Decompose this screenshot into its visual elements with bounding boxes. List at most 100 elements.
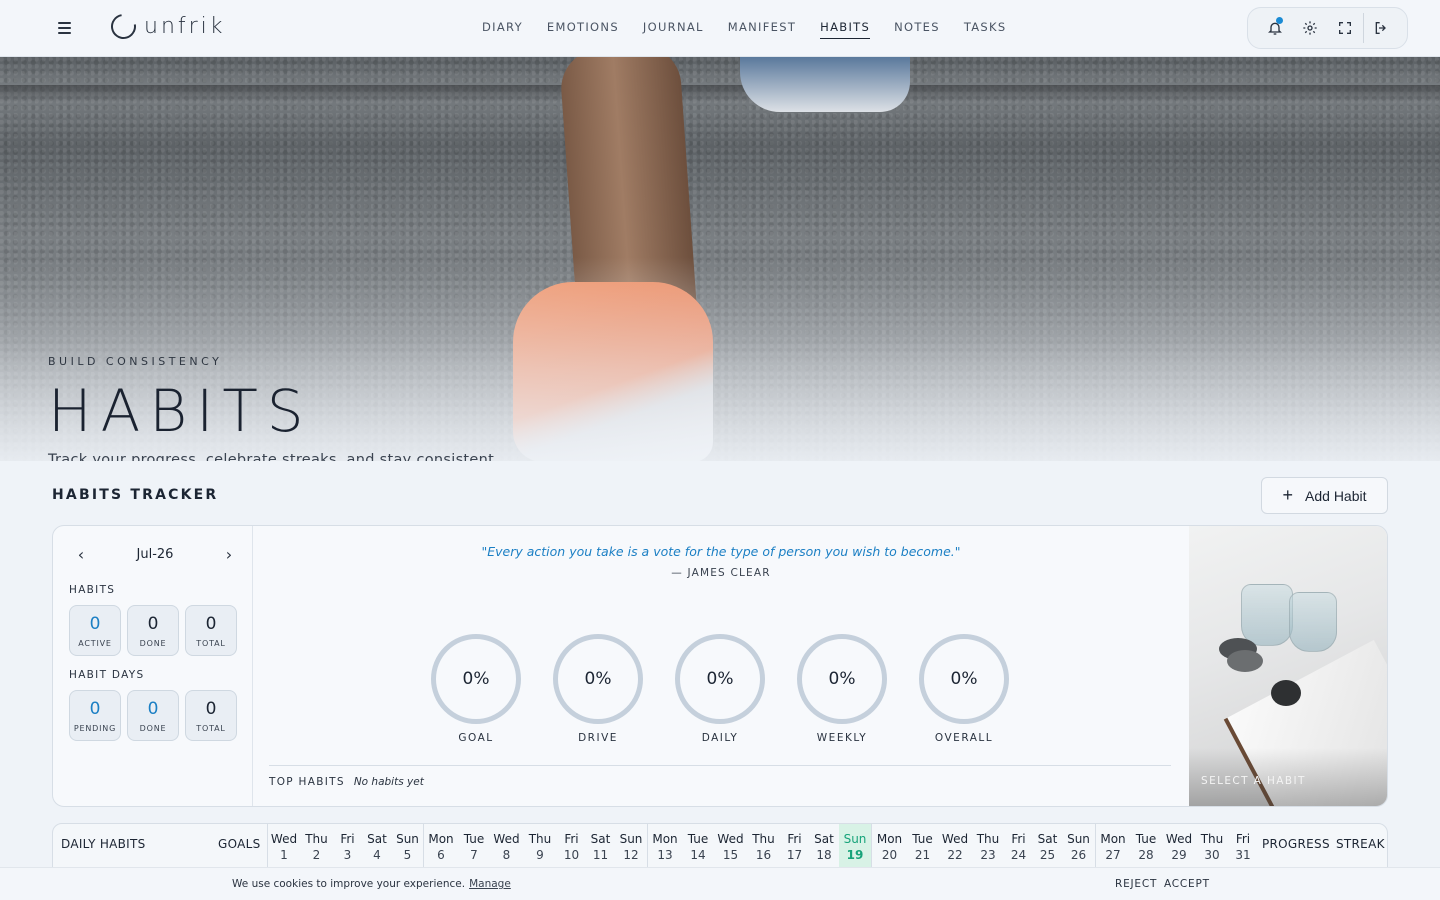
day-number: 30 xyxy=(1204,847,1220,862)
stat-label: PENDING xyxy=(73,723,117,733)
chevron-right-icon[interactable]: › xyxy=(221,545,237,564)
hero-subtitle: Track your progress, celebrate streaks, … xyxy=(48,452,495,461)
main-nav: DIARY EMOTIONS JOURNAL MANIFEST HABITS N… xyxy=(482,20,1030,39)
day-weekday: Fri xyxy=(787,831,802,846)
day-weekday: Tue xyxy=(1135,831,1157,846)
day-number: 29 xyxy=(1171,847,1187,862)
day-number: 4 xyxy=(373,847,381,862)
tracker-card: ‹ Jul-26 › HABITS 0 ACTIVE 0 DONE 0 TOTA… xyxy=(52,525,1388,807)
cookie-accept-button[interactable]: ACCEPT xyxy=(1164,878,1210,890)
day-column: Fri 10 xyxy=(557,824,586,867)
day-column: Fri 31 xyxy=(1228,824,1258,867)
day-column: Tue 7 xyxy=(458,824,490,867)
logout-icon[interactable] xyxy=(1362,13,1398,43)
nav-item-tasks[interactable]: TASKS xyxy=(964,20,1007,39)
day-number: 22 xyxy=(947,847,963,862)
stat-value: 0 xyxy=(147,613,159,634)
day-column: Wed 15 xyxy=(714,824,747,867)
day-number: 9 xyxy=(536,847,544,862)
ring-label: WEEKLY xyxy=(816,732,868,744)
day-column: Thu 30 xyxy=(1196,824,1228,867)
logo-text: unfrik xyxy=(144,14,226,39)
logo-mark xyxy=(106,9,141,44)
day-weekday: Sat xyxy=(367,831,387,846)
fullscreen-icon[interactable] xyxy=(1327,13,1362,43)
nav-item-diary[interactable]: DIARY xyxy=(482,20,523,39)
day-weekday: Fri xyxy=(1235,831,1251,846)
hero-step-shadow xyxy=(0,85,1440,103)
divider xyxy=(269,765,1171,766)
quote-author: — JAMES CLEAR xyxy=(671,567,771,579)
day-weekday: Wed xyxy=(941,831,969,846)
ring-value: 0% xyxy=(553,634,643,724)
day-number: 11 xyxy=(592,847,609,862)
day-number: 8 xyxy=(502,847,511,862)
day-column: Fri 24 xyxy=(1004,824,1033,867)
daily-habits-header: DAILY HABITS xyxy=(61,837,146,851)
day-number: 24 xyxy=(1010,847,1027,862)
day-number: 21 xyxy=(914,847,931,862)
ring-overall: 0% OVERALL xyxy=(919,634,1009,744)
ring-daily: 0% DAILY xyxy=(675,634,765,744)
stat-total: 0 TOTAL xyxy=(185,605,237,656)
day-weekday: Wed xyxy=(717,831,744,846)
day-weekday: Fri xyxy=(1011,831,1026,846)
day-column: Sat 4 xyxy=(362,824,392,867)
nav-item-journal[interactable]: JOURNAL xyxy=(643,20,704,39)
preview-image-glass xyxy=(1241,584,1293,646)
day-number: 10 xyxy=(563,847,580,862)
day-weekday: Tue xyxy=(687,831,709,846)
preview-image-stone xyxy=(1227,650,1263,672)
day-number: 1 xyxy=(280,847,288,862)
stat-label: TOTAL xyxy=(196,638,226,648)
cookie-manage-link[interactable]: Manage xyxy=(469,878,511,890)
habit-preview[interactable]: SELECT A HABIT xyxy=(1189,526,1387,806)
day-column: Fri 17 xyxy=(780,824,809,867)
month-navigator: ‹ Jul-26 › xyxy=(73,544,237,564)
day-weekday: Sun xyxy=(619,831,643,846)
day-number: 13 xyxy=(657,847,673,862)
day-weekday: Sun xyxy=(843,831,867,846)
nav-item-manifest[interactable]: MANIFEST xyxy=(728,20,796,39)
logo[interactable]: unfrik xyxy=(106,9,226,44)
bell-icon[interactable] xyxy=(1257,13,1292,43)
day-column: Sun 12 xyxy=(615,824,647,867)
day-column: Sat 11 xyxy=(586,824,615,867)
chevron-left-icon[interactable]: ‹ xyxy=(73,545,89,564)
day-column: Wed 1 xyxy=(267,824,300,867)
progress-header: PROGRESS xyxy=(1262,837,1330,851)
day-number: 3 xyxy=(343,847,352,862)
day-weekday: Fri xyxy=(564,831,579,846)
nav-item-notes[interactable]: NOTES xyxy=(894,20,940,39)
day-column: Mon 27 xyxy=(1095,824,1130,867)
gear-icon[interactable] xyxy=(1292,13,1327,43)
stat-days-done: 0 DONE xyxy=(127,690,179,741)
nav-item-habits[interactable]: HABITS xyxy=(820,20,871,39)
day-weekday: Thu xyxy=(305,831,328,846)
preview-image-stone xyxy=(1271,680,1301,706)
day-number: 6 xyxy=(437,847,445,862)
day-column: Sat 18 xyxy=(809,824,839,867)
day-number: 7 xyxy=(470,847,478,862)
day-number: 17 xyxy=(786,847,803,862)
progress-rings: 0% GOAL 0% DRIVE 0% DAILY 0% WEEKLY 0% O… xyxy=(431,634,1009,744)
cookie-reject-button[interactable]: REJECT xyxy=(1115,878,1157,890)
ring-goal: 0% GOAL xyxy=(431,634,521,744)
cookie-message: We use cookies to improve your experienc… xyxy=(232,878,466,890)
add-habit-button[interactable]: + Add Habit xyxy=(1261,477,1388,514)
cookie-text: We use cookies to improve your experienc… xyxy=(232,878,511,890)
nav-item-emotions[interactable]: EMOTIONS xyxy=(547,20,619,39)
habits-stats: 0 ACTIVE 0 DONE 0 TOTAL xyxy=(69,605,237,656)
day-column: Mon 20 xyxy=(871,824,907,867)
stat-label: DONE xyxy=(139,638,167,648)
day-columns: Wed 1 Thu 2 Fri 3 Sat 4 Sun 5 Mon 6 Tue 7 Wed 8 Thu 9 Fri 1… xyxy=(267,824,1258,867)
day-number: 27 xyxy=(1105,847,1121,862)
menu-icon[interactable] xyxy=(52,17,76,39)
day-number: 23 xyxy=(980,847,996,862)
day-number: 14 xyxy=(690,847,706,862)
day-column: Mon 13 xyxy=(647,824,682,867)
day-weekday: Wed xyxy=(493,831,520,846)
day-weekday: Thu xyxy=(752,831,775,846)
stat-value: 0 xyxy=(147,698,159,719)
day-weekday: Thu xyxy=(1200,831,1224,846)
